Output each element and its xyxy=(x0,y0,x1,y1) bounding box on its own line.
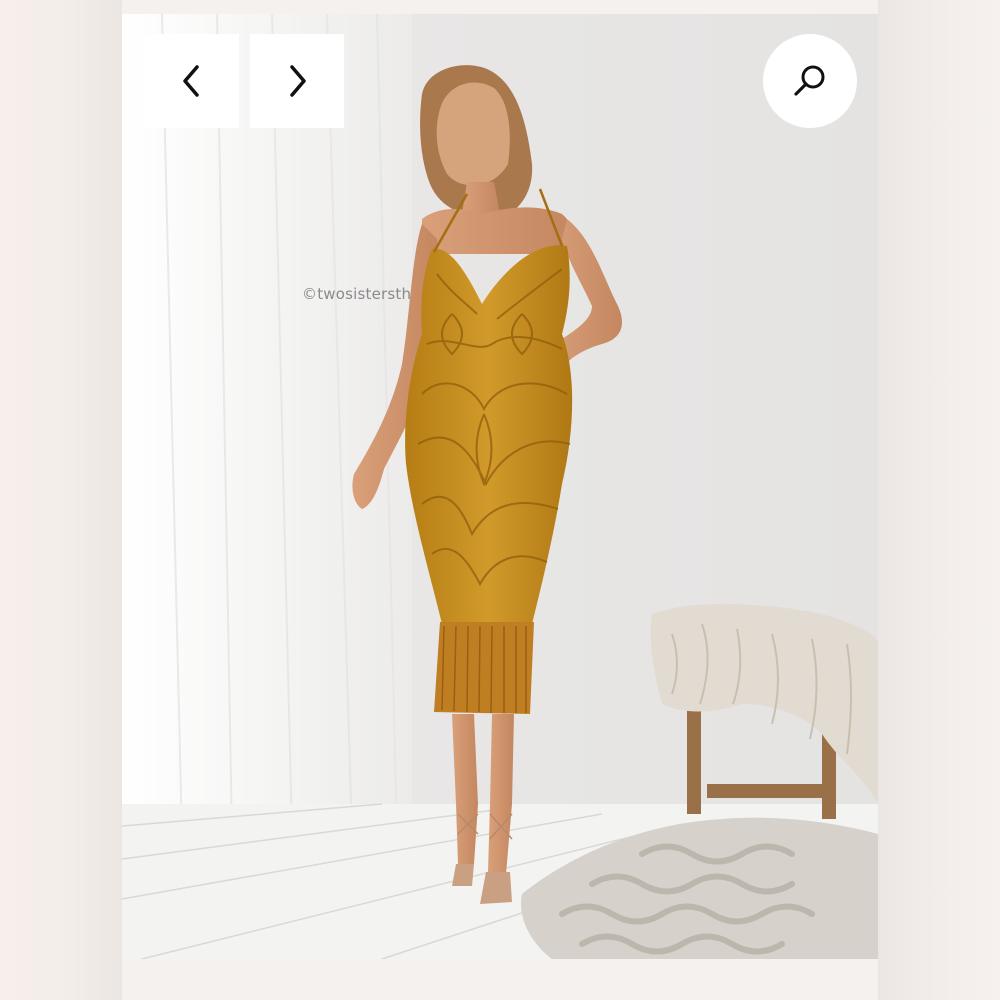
chevron-right-icon xyxy=(290,65,306,97)
chevron-left-icon xyxy=(183,65,199,97)
search-icon xyxy=(794,65,825,96)
previous-image-button[interactable] xyxy=(145,34,239,128)
watermark-text: ©twosistersth xyxy=(302,285,412,303)
product-photo xyxy=(122,14,878,959)
right-blurred-margin xyxy=(878,0,1000,1000)
left-blurred-margin xyxy=(0,0,122,1000)
search-button[interactable] xyxy=(763,34,857,128)
model-photo-illustration xyxy=(122,14,878,959)
next-image-button[interactable] xyxy=(250,34,344,128)
